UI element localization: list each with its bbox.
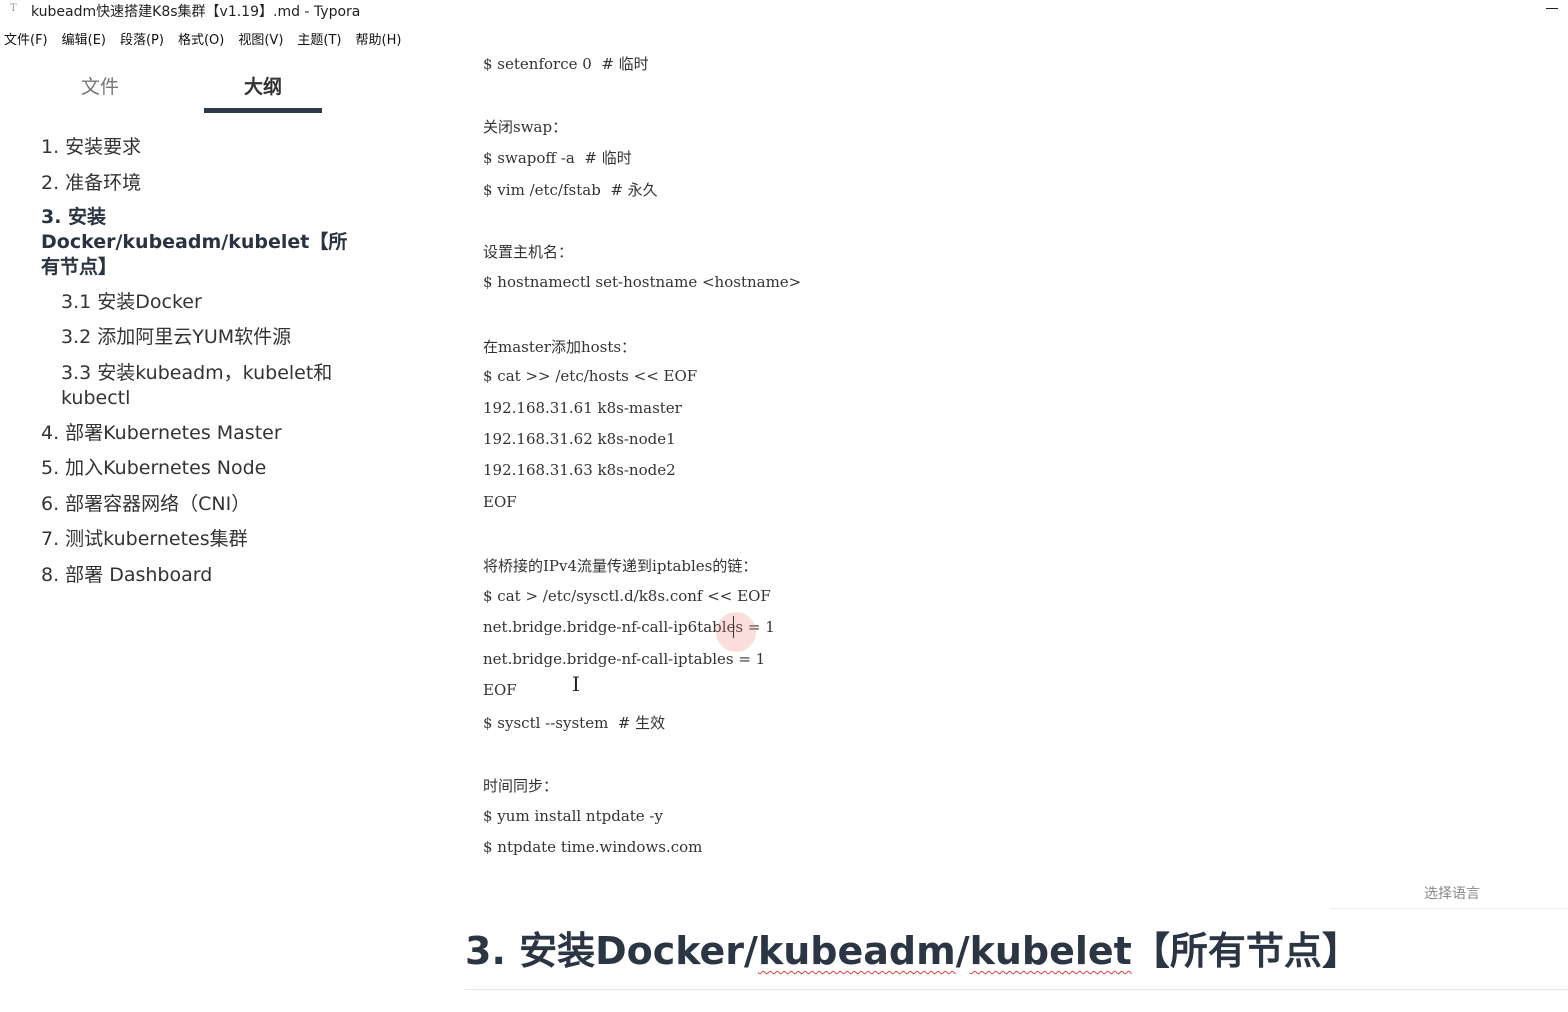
menu-edit[interactable]: 编辑(E) xyxy=(62,29,106,51)
code-line[interactable]: 关闭swap： xyxy=(483,116,567,137)
outline-item-prepare-env[interactable]: 2. 准备环境 xyxy=(41,171,141,196)
code-line[interactable]: EOF xyxy=(483,681,517,699)
code-line[interactable]: $ sysctl --system # 生效 xyxy=(483,712,665,733)
code-line[interactable]: 192.168.31.61 k8s-master xyxy=(483,399,682,417)
outline-item-deploy-dashboard[interactable]: 8. 部署 Dashboard xyxy=(41,563,212,588)
text-caret xyxy=(733,616,734,638)
code-line[interactable]: $ setenforce 0 # 临时 xyxy=(483,53,649,74)
window-title: kubeadm快速搭建K8s集群【v1.19】.md - Typora xyxy=(31,4,361,20)
menu-paragraph[interactable]: 段落(P) xyxy=(120,29,164,51)
code-line[interactable]: $ vim /etc/fstab # 永久 xyxy=(483,179,658,200)
code-line[interactable]: EOF xyxy=(483,493,517,511)
typora-app-icon: T xyxy=(10,3,17,14)
outline-item-install-kubeadm[interactable]: 3.3 安装kubeadm，kubelet和kubectl xyxy=(61,361,351,411)
tab-outline[interactable]: 大纲 xyxy=(204,72,322,99)
outline-item-join-node[interactable]: 5. 加入Kubernetes Node xyxy=(41,456,266,481)
code-line[interactable]: $ cat >> /etc/hosts << EOF xyxy=(483,367,697,385)
heading-kubeadm: kubeadm xyxy=(757,929,956,973)
ibeam-cursor-icon: I xyxy=(572,672,580,696)
code-line[interactable]: $ ntpdate time.windows.com xyxy=(483,838,702,856)
menu-help[interactable]: 帮助(H) xyxy=(356,29,402,51)
code-line[interactable]: 在master添加hosts： xyxy=(483,336,636,357)
code-line[interactable]: $ hostnamectl set-hostname <hostname> xyxy=(483,273,801,291)
tab-files[interactable]: 文件 xyxy=(41,72,159,99)
code-line[interactable]: 192.168.31.63 k8s-node2 xyxy=(483,461,676,479)
menu-format[interactable]: 格式(O) xyxy=(178,29,224,51)
mouse-click-indicator xyxy=(716,612,756,652)
code-line[interactable]: $ cat > /etc/sysctl.d/k8s.conf << EOF xyxy=(483,587,771,605)
code-block-divider xyxy=(1330,908,1568,909)
code-line[interactable]: 192.168.31.62 k8s-node1 xyxy=(483,430,676,448)
outline-item-install-docker-kubeadm[interactable]: 3. 安装Docker/kubeadm/kubelet【所有节点】 xyxy=(41,205,351,280)
outline-item-add-yum-source[interactable]: 3.2 添加阿里云YUM软件源 xyxy=(61,325,291,350)
title-bar: T kubeadm快速搭建K8s集群【v1.19】.md - Typora xyxy=(0,0,1568,22)
sidebar: 文件 大纲 1. 安装要求 2. 准备环境 3. 安装Docker/kubead… xyxy=(0,58,440,1012)
active-tab-indicator xyxy=(204,108,322,113)
heading-rule xyxy=(465,989,1568,990)
code-line[interactable]: $ swapoff -a # 临时 xyxy=(483,147,632,168)
outline-item-test-cluster[interactable]: 7. 测试kubernetes集群 xyxy=(41,527,248,552)
heading-kubelet: kubelet xyxy=(969,929,1132,973)
code-line[interactable]: net.bridge.bridge-nf-call-iptables = 1 xyxy=(483,650,765,668)
code-line[interactable]: 时间同步： xyxy=(483,775,558,796)
code-line[interactable]: 设置主机名： xyxy=(483,241,573,262)
heading-suffix: 【所有节点】 xyxy=(1131,929,1360,973)
outline-item-install-docker[interactable]: 3.1 安装Docker xyxy=(61,290,202,315)
menu-bar: 文件(F) 编辑(E) 段落(P) 格式(O) 视图(V) 主题(T) 帮助(H… xyxy=(0,29,411,51)
editor[interactable]: $ setenforce 0 # 临时 关闭swap： $ swapoff -a… xyxy=(440,40,1568,1012)
code-line[interactable]: 将桥接的IPv4流量传递到iptables的链： xyxy=(483,555,757,576)
outline-item-install-requirements[interactable]: 1. 安装要求 xyxy=(41,135,141,160)
menu-view[interactable]: 视图(V) xyxy=(238,29,283,51)
menu-file[interactable]: 文件(F) xyxy=(4,29,48,51)
minimize-icon[interactable] xyxy=(1544,0,1562,18)
outline-item-deploy-master[interactable]: 4. 部署Kubernetes Master xyxy=(41,421,282,446)
heading-separator: / xyxy=(955,929,970,973)
heading-prefix: 3. 安装Docker/ xyxy=(465,929,758,973)
outline-item-deploy-cni[interactable]: 6. 部署容器网络（CNI） xyxy=(41,492,250,517)
menu-theme[interactable]: 主题(T) xyxy=(297,29,341,51)
code-line[interactable]: $ yum install ntpdate -y xyxy=(483,807,663,825)
select-language-dropdown[interactable]: 选择语言 xyxy=(1424,883,1480,903)
section-heading[interactable]: 3. 安装Docker/kubeadm/kubelet【所有节点】 xyxy=(465,920,1360,975)
